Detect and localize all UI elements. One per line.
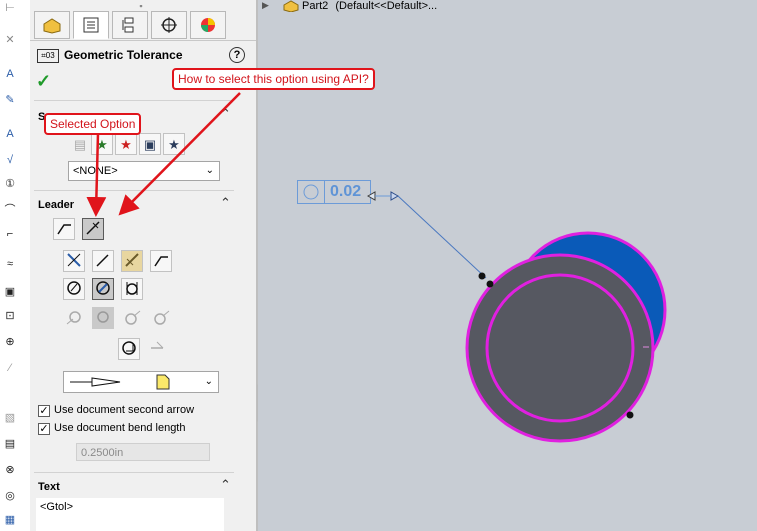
selected-option-callout: Selected Option: [44, 113, 142, 135]
api-callout-arrow: [118, 92, 241, 216]
annotation-arrows: [86, 92, 241, 217]
selected-callout-arrow: [86, 132, 107, 217]
api-callout: How to select this option using API?: [172, 68, 375, 90]
